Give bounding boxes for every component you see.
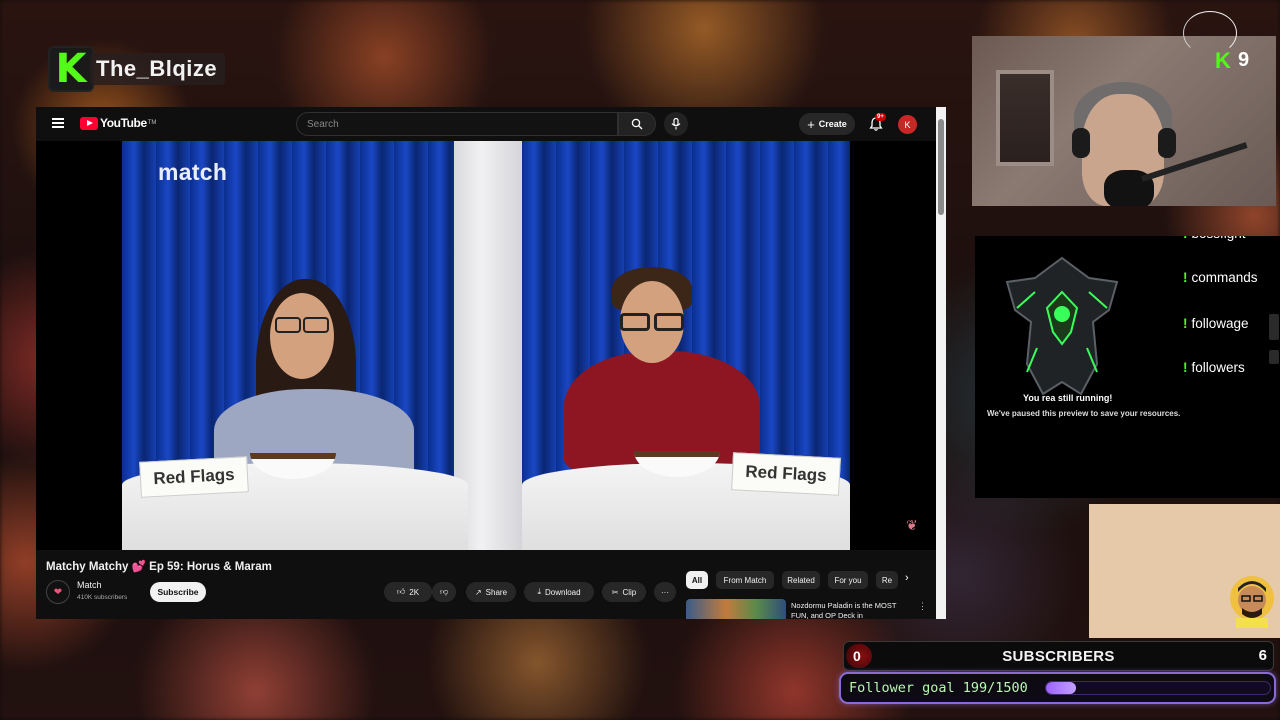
- browser-window: YouTube TM Search + Create 9+ K match Re…: [36, 107, 946, 619]
- more-vertical-icon[interactable]: ⋮: [918, 601, 927, 612]
- subscribe-button[interactable]: Subscribe: [150, 582, 206, 602]
- chip-from-match[interactable]: From Match: [716, 571, 774, 589]
- panel-scroll-handle: [1269, 314, 1279, 340]
- share-icon: ↗: [474, 587, 482, 597]
- armor-character-icon: [1005, 256, 1119, 396]
- search-icon: [631, 118, 643, 130]
- clip-button[interactable]: ✂ Clip: [602, 582, 646, 602]
- video-frame: match Red Flags Red Flags: [122, 141, 850, 550]
- paused-notice-title: You rea still running!: [1023, 393, 1113, 403]
- channel-tag: K The_Blqize: [48, 46, 226, 92]
- recommended-video-item[interactable]: Nozdormu Paladin is the MOST FUN, and OP…: [686, 599, 927, 619]
- headphone-left: [1072, 128, 1090, 158]
- command-bossfight: !bossfight: [1183, 236, 1246, 241]
- channel-subscriber-count: 410K subscribers: [77, 594, 128, 601]
- command-commands: ! commands: [1183, 270, 1258, 285]
- recommended-title: Nozdormu Paladin is the MOST FUN, and OP…: [791, 601, 897, 619]
- follower-progress-track: [1045, 681, 1271, 695]
- recommended-thumbnail: [686, 599, 786, 619]
- chip-recently-uploaded[interactable]: Re: [876, 571, 898, 589]
- thumbs-up-icon: 👍︎: [396, 587, 406, 596]
- scissors-icon: ✂: [611, 587, 619, 597]
- left-person-glasses-right: [303, 317, 329, 333]
- hamburger-menu-icon[interactable]: [52, 118, 64, 128]
- download-icon: ⤓: [537, 587, 541, 596]
- plus-icon: +: [807, 116, 815, 132]
- right-person-glasses: [620, 313, 650, 331]
- video-player[interactable]: match Red Flags Red Flags ❦: [36, 141, 936, 550]
- notification-badge: 9+: [875, 113, 886, 121]
- channel-name-link[interactable]: Match: [77, 580, 102, 590]
- youtube-logo[interactable]: YouTube TM: [80, 116, 156, 130]
- subscribers-goal-bar: 0 SUBSCRIBERS 6: [843, 641, 1274, 671]
- chip-all[interactable]: All: [686, 571, 708, 589]
- chevron-right-icon[interactable]: ›: [905, 572, 909, 584]
- chip-for-you[interactable]: For you: [828, 571, 868, 589]
- dislike-button[interactable]: 👎︎: [432, 582, 456, 602]
- right-red-flags-sign: Red Flags: [731, 452, 841, 496]
- kick-icon: K: [1215, 47, 1231, 73]
- create-button[interactable]: + Create: [799, 113, 855, 135]
- thumbs-down-icon: 👎︎: [439, 587, 449, 596]
- channel-watermark-icon[interactable]: ❦: [906, 517, 918, 534]
- subscribers-label: SUBSCRIBERS: [1002, 648, 1115, 665]
- channel-name: The_Blqize: [90, 53, 226, 85]
- panel-scroll-handle-small: [1269, 350, 1279, 364]
- search-button[interactable]: [618, 112, 656, 136]
- chat-commands-panel: !bossfight !commands !followage !followe…: [975, 236, 1280, 498]
- match-watermark-logo: match: [158, 159, 228, 185]
- follower-goal-bar: Follower goal 199/1500: [839, 672, 1276, 704]
- more-actions-button[interactable]: ···: [654, 582, 676, 602]
- room-window: [996, 70, 1054, 166]
- follower-progress-fill: [1046, 682, 1076, 694]
- subscribers-target: 6: [1258, 647, 1267, 664]
- command-followers: ! followers: [1183, 360, 1245, 375]
- channel-avatar[interactable]: ❤: [46, 580, 70, 604]
- youtube-play-icon: [80, 116, 98, 130]
- viewer-count: 9: [1238, 49, 1250, 71]
- viewer-counter: K 9: [1212, 49, 1249, 72]
- paused-notice-text: We've paused this preview to save your r…: [987, 409, 1181, 418]
- voice-search-button[interactable]: [664, 112, 688, 136]
- right-person-glasses-right: [654, 313, 684, 331]
- search-input[interactable]: Search: [296, 112, 618, 136]
- left-person-head: [270, 293, 334, 379]
- command-followage: ! followage: [1183, 316, 1249, 331]
- left-red-flags-sign: Red Flags: [139, 456, 249, 498]
- youtube-header: YouTube TM Search + Create 9+ K: [36, 107, 936, 141]
- video-title: Matchy Matchy 💕 Ep 59: Horus & Maram: [46, 561, 272, 573]
- avatar-sticker-icon: [1230, 576, 1274, 628]
- headphone-right: [1158, 128, 1176, 158]
- account-avatar[interactable]: K: [898, 115, 917, 134]
- share-button[interactable]: ↗ Share: [466, 582, 516, 602]
- follower-goal-text: Follower goal 199/1500: [849, 680, 1028, 696]
- left-person-glasses: [275, 317, 301, 333]
- kick-logo-icon: K: [48, 46, 94, 92]
- download-button[interactable]: ⤓ Download: [524, 582, 594, 602]
- scrollbar-thumb[interactable]: [938, 119, 944, 215]
- microphone-icon: [671, 118, 681, 130]
- browser-scrollbar[interactable]: [936, 107, 946, 619]
- like-button[interactable]: 👍︎ 2K: [384, 582, 432, 602]
- chip-related[interactable]: Related: [782, 571, 820, 589]
